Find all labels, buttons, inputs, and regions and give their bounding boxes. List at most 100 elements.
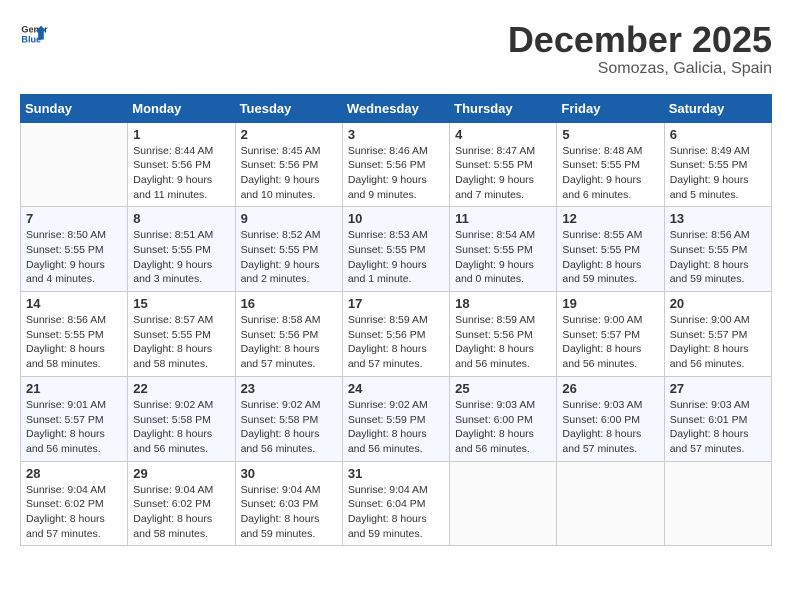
calendar-cell: 9 Sunrise: 8:52 AM Sunset: 5:55 PM Daylig… (235, 207, 342, 292)
day-number: 13 (670, 211, 766, 226)
header-monday: Monday (128, 94, 235, 122)
day-info: Sunrise: 9:03 AM Sunset: 6:00 PM Dayligh… (562, 398, 658, 457)
calendar-cell: 22Sunrise: 9:02 AM Sunset: 5:58 PM Dayli… (128, 376, 235, 461)
day-number: 17 (348, 296, 444, 311)
day-number: 28 (26, 466, 122, 481)
calendar-cell: 13 Sunrise: 8:56 AM Sunset: 5:55 PM Dayli… (664, 207, 771, 292)
svg-text:Blue: Blue (21, 34, 41, 44)
header-thursday: Thursday (450, 94, 557, 122)
calendar-cell: 16Sunrise: 8:58 AM Sunset: 5:56 PM Dayli… (235, 292, 342, 377)
day-info: Sunrise: 9:02 AM Sunset: 5:58 PM Dayligh… (241, 398, 337, 457)
day-number: 1 (133, 127, 229, 142)
day-info: Sunrise: 8:52 AM Sunset: 5:55 PM Dayligh… (241, 228, 337, 287)
day-number: 27 (670, 381, 766, 396)
calendar-cell: 10Sunrise: 8:53 AM Sunset: 5:55 PM Dayli… (342, 207, 449, 292)
calendar-cell: 12 Sunrise: 8:55 AM Sunset: 5:55 PM Dayli… (557, 207, 664, 292)
day-info: Sunrise: 8:54 AM Sunset: 5:55 PM Dayligh… (455, 228, 551, 287)
calendar-week-row: 7 Sunrise: 8:50 AM Sunset: 5:55 PM Daylig… (21, 207, 772, 292)
day-number: 31 (348, 466, 444, 481)
day-number: 5 (562, 127, 658, 142)
day-number: 24 (348, 381, 444, 396)
calendar-week-row: 21Sunrise: 9:01 AM Sunset: 5:57 PM Dayli… (21, 376, 772, 461)
day-info: Sunrise: 9:00 AM Sunset: 5:57 PM Dayligh… (562, 313, 658, 372)
day-number: 18 (455, 296, 551, 311)
page-header: General Blue December 2025 Somozas, Gali… (20, 20, 772, 78)
day-info: Sunrise: 8:58 AM Sunset: 5:56 PM Dayligh… (241, 313, 337, 372)
calendar-cell: 5 Sunrise: 8:48 AM Sunset: 5:55 PM Daylig… (557, 122, 664, 207)
calendar-cell (21, 122, 128, 207)
calendar-cell: 14Sunrise: 8:56 AM Sunset: 5:55 PM Dayli… (21, 292, 128, 377)
day-number: 3 (348, 127, 444, 142)
calendar-cell: 2Sunrise: 8:45 AM Sunset: 5:56 PM Daylig… (235, 122, 342, 207)
day-info: Sunrise: 8:44 AM Sunset: 5:56 PM Dayligh… (133, 144, 229, 203)
day-info: Sunrise: 8:57 AM Sunset: 5:55 PM Dayligh… (133, 313, 229, 372)
calendar-cell: 18Sunrise: 8:59 AM Sunset: 5:56 PM Dayli… (450, 292, 557, 377)
header-wednesday: Wednesday (342, 94, 449, 122)
calendar-cell: 6 Sunrise: 8:49 AM Sunset: 5:55 PM Daylig… (664, 122, 771, 207)
day-number: 12 (562, 211, 658, 226)
calendar-cell: 29 Sunrise: 9:04 AM Sunset: 6:02 PM Dayli… (128, 461, 235, 546)
day-info: Sunrise: 8:48 AM Sunset: 5:55 PM Dayligh… (562, 144, 658, 203)
day-info: Sunrise: 8:49 AM Sunset: 5:55 PM Dayligh… (670, 144, 766, 203)
day-info: Sunrise: 8:50 AM Sunset: 5:55 PM Dayligh… (26, 228, 122, 287)
calendar-cell: 17Sunrise: 8:59 AM Sunset: 5:56 PM Dayli… (342, 292, 449, 377)
day-info: Sunrise: 9:02 AM Sunset: 5:58 PM Dayligh… (133, 398, 229, 457)
day-number: 21 (26, 381, 122, 396)
calendar-cell: 27 Sunrise: 9:03 AM Sunset: 6:01 PM Dayli… (664, 376, 771, 461)
day-number: 7 (26, 211, 122, 226)
day-info: Sunrise: 8:46 AM Sunset: 5:56 PM Dayligh… (348, 144, 444, 203)
calendar-cell: 20Sunrise: 9:00 AM Sunset: 5:57 PM Dayli… (664, 292, 771, 377)
day-number: 26 (562, 381, 658, 396)
calendar-cell: 8Sunrise: 8:51 AM Sunset: 5:55 PM Daylig… (128, 207, 235, 292)
calendar-cell: 23 Sunrise: 9:02 AM Sunset: 5:58 PM Dayli… (235, 376, 342, 461)
header-friday: Friday (557, 94, 664, 122)
header-saturday: Saturday (664, 94, 771, 122)
logo: General Blue (20, 20, 48, 48)
day-number: 20 (670, 296, 766, 311)
day-info: Sunrise: 8:55 AM Sunset: 5:55 PM Dayligh… (562, 228, 658, 287)
calendar-cell: 24 Sunrise: 9:02 AM Sunset: 5:59 PM Dayli… (342, 376, 449, 461)
day-info: Sunrise: 9:02 AM Sunset: 5:59 PM Dayligh… (348, 398, 444, 457)
day-number: 30 (241, 466, 337, 481)
calendar-cell: 15Sunrise: 8:57 AM Sunset: 5:55 PM Dayli… (128, 292, 235, 377)
day-info: Sunrise: 8:51 AM Sunset: 5:55 PM Dayligh… (133, 228, 229, 287)
calendar-cell: 19 Sunrise: 9:00 AM Sunset: 5:57 PM Dayli… (557, 292, 664, 377)
calendar-cell: 21Sunrise: 9:01 AM Sunset: 5:57 PM Dayli… (21, 376, 128, 461)
day-number: 23 (241, 381, 337, 396)
day-info: Sunrise: 9:04 AM Sunset: 6:02 PM Dayligh… (133, 483, 229, 542)
day-number: 4 (455, 127, 551, 142)
day-info: Sunrise: 9:04 AM Sunset: 6:03 PM Dayligh… (241, 483, 337, 542)
day-info: Sunrise: 9:03 AM Sunset: 6:00 PM Dayligh… (455, 398, 551, 457)
header-sunday: Sunday (21, 94, 128, 122)
calendar-table: SundayMondayTuesdayWednesdayThursdayFrid… (20, 94, 772, 547)
day-number: 25 (455, 381, 551, 396)
calendar-cell (450, 461, 557, 546)
day-info: Sunrise: 9:04 AM Sunset: 6:04 PM Dayligh… (348, 483, 444, 542)
logo-icon: General Blue (20, 20, 48, 48)
calendar-cell: 4 Sunrise: 8:47 AM Sunset: 5:55 PM Daylig… (450, 122, 557, 207)
day-number: 11 (455, 211, 551, 226)
day-number: 6 (670, 127, 766, 142)
calendar-week-row: 28 Sunrise: 9:04 AM Sunset: 6:02 PM Dayli… (21, 461, 772, 546)
calendar-cell: 26 Sunrise: 9:03 AM Sunset: 6:00 PM Dayli… (557, 376, 664, 461)
calendar-cell (557, 461, 664, 546)
day-info: Sunrise: 9:03 AM Sunset: 6:01 PM Dayligh… (670, 398, 766, 457)
header-tuesday: Tuesday (235, 94, 342, 122)
calendar-cell: 1 Sunrise: 8:44 AM Sunset: 5:56 PM Daylig… (128, 122, 235, 207)
day-number: 19 (562, 296, 658, 311)
calendar-cell: 28 Sunrise: 9:04 AM Sunset: 6:02 PM Dayli… (21, 461, 128, 546)
day-info: Sunrise: 8:56 AM Sunset: 5:55 PM Dayligh… (670, 228, 766, 287)
calendar-cell: 31 Sunrise: 9:04 AM Sunset: 6:04 PM Dayli… (342, 461, 449, 546)
calendar-cell (664, 461, 771, 546)
title-area: December 2025 Somozas, Galicia, Spain (508, 20, 772, 78)
calendar-week-row: 14Sunrise: 8:56 AM Sunset: 5:55 PM Dayli… (21, 292, 772, 377)
day-number: 29 (133, 466, 229, 481)
month-title: December 2025 (508, 20, 772, 60)
day-number: 14 (26, 296, 122, 311)
calendar-week-row: 1 Sunrise: 8:44 AM Sunset: 5:56 PM Daylig… (21, 122, 772, 207)
day-info: Sunrise: 9:04 AM Sunset: 6:02 PM Dayligh… (26, 483, 122, 542)
day-info: Sunrise: 8:47 AM Sunset: 5:55 PM Dayligh… (455, 144, 551, 203)
day-number: 9 (241, 211, 337, 226)
day-number: 10 (348, 211, 444, 226)
day-info: Sunrise: 8:45 AM Sunset: 5:56 PM Dayligh… (241, 144, 337, 203)
